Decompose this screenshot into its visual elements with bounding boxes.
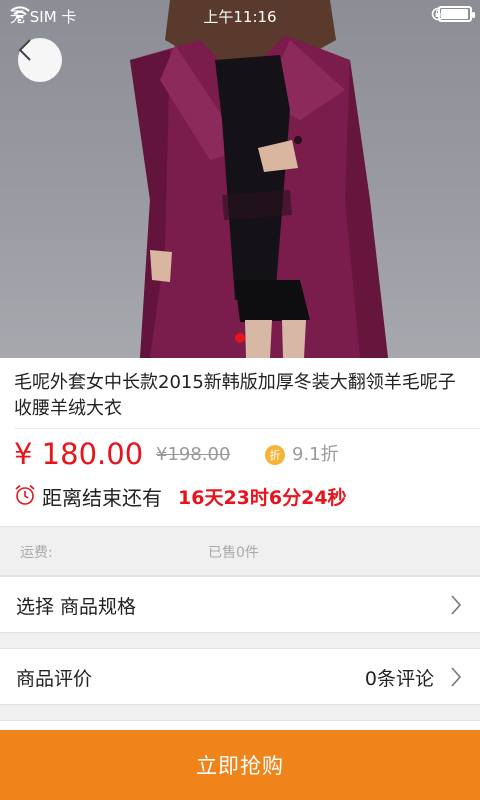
- chevron-right-icon: [450, 594, 462, 620]
- countdown: 距离结束还有 16天23时6分24秒: [14, 482, 347, 511]
- product-photo: [130, 0, 388, 358]
- product-image-carousel[interactable]: 无 SIM 卡 上午11:16: [0, 0, 480, 358]
- alarm-clock-icon: [14, 484, 36, 510]
- product-reviews-row[interactable]: 商品评价 0条评论: [0, 648, 480, 705]
- back-button[interactable]: [18, 38, 62, 82]
- reviews-count: 0条评论: [364, 668, 434, 690]
- status-bar-time: 上午11:16: [203, 8, 277, 26]
- discount-info: 折 9.1折: [265, 442, 339, 468]
- battery-icon: [438, 6, 475, 22]
- buy-now-button[interactable]: 立即抢购: [0, 730, 480, 800]
- status-bar-right: [430, 6, 475, 22]
- product-title: 毛呢外套女中长款2015新韩版加厚冬装大翻领羊毛呢子收腰羊绒大衣: [14, 372, 456, 419]
- chevron-right-icon: [450, 666, 462, 692]
- current-price: ¥ 180.00: [14, 437, 144, 471]
- discount-text: 9.1折: [292, 444, 339, 465]
- info-divider: [14, 428, 480, 429]
- product-detail-screen: 无 SIM 卡 上午11:16 毛呢外套女中长款2015新韩版加厚冬装大翻领羊毛…: [0, 0, 480, 800]
- battery-level: [441, 9, 468, 19]
- countdown-value: 16天23时6分24秒: [178, 487, 347, 509]
- sold-count-label: 已售0件: [208, 545, 259, 561]
- product-info-card: 毛呢外套女中长款2015新韩版加厚冬装大翻领羊毛呢子收腰羊绒大衣 ¥ 180.0…: [0, 358, 480, 526]
- reviews-label: 商品评价: [16, 668, 93, 690]
- select-spec-row[interactable]: 选择 商品规格: [0, 576, 480, 633]
- shipping-row: 运费: 已售0件: [0, 526, 480, 576]
- shipping-fee-label: 运费:: [20, 545, 53, 561]
- discount-badge-icon: 折: [265, 445, 285, 465]
- status-bar: 无 SIM 卡 上午11:16: [0, 0, 480, 32]
- select-spec-label: 选择 商品规格: [16, 596, 137, 618]
- original-price: ¥198.00: [156, 444, 231, 465]
- countdown-label: 距离结束还有: [42, 486, 162, 510]
- carousel-indicator-dot[interactable]: [235, 333, 245, 343]
